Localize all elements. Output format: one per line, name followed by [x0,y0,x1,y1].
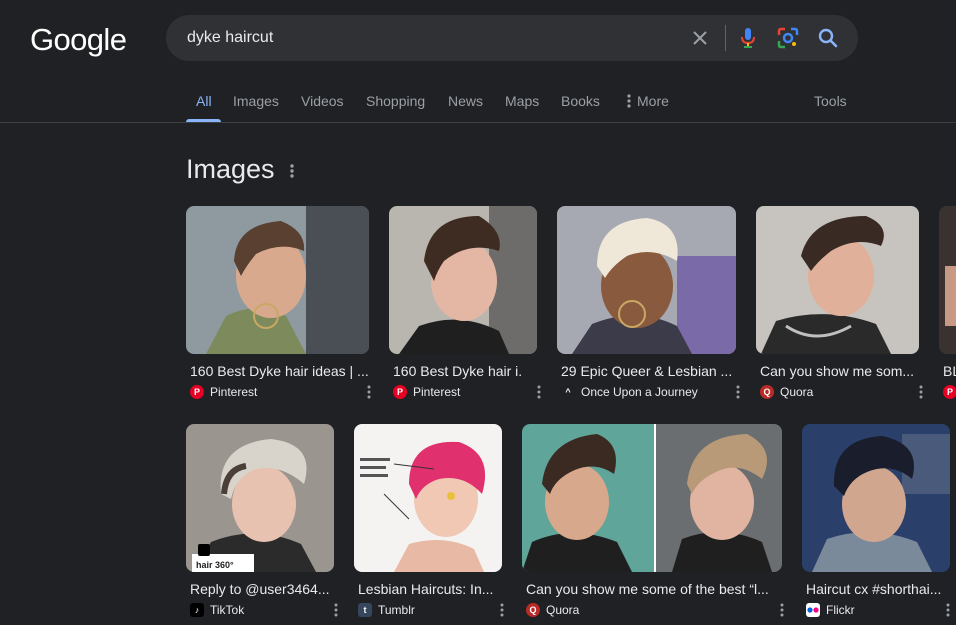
result-source[interactable]: Q Quora [526,603,579,617]
result-title[interactable]: Can you show me som... [760,363,918,379]
tiktok-overlay-text: hair 360° [196,560,234,570]
search-input[interactable]: dyke haircut [187,29,273,47]
search-tabs: All Images Videos Shopping News Maps Boo… [0,84,956,122]
image-result[interactable]: Can you show me som... Q Quora [756,206,923,402]
result-source[interactable]: P [943,385,956,399]
result-thumbnail[interactable] [522,424,782,572]
result-thumbnail[interactable] [756,206,919,354]
image-result[interactable]: BL P [939,206,956,402]
google-logo[interactable]: Google [30,22,127,58]
image-result[interactable]: Lesbian Haircuts: In... t Tumblr [354,424,506,620]
journey-icon: ^ [561,385,575,399]
microphone-icon[interactable] [736,26,760,50]
tab-all[interactable]: All [196,93,212,109]
result-source-label: Tumblr [378,603,415,617]
result-title[interactable]: 160 Best Dyke hair i... [393,363,523,379]
result-source-label: Quora [780,385,814,399]
search-divider [725,25,726,51]
result-options-icon[interactable] [946,603,950,622]
section-options-icon[interactable] [290,163,294,184]
pinterest-icon: P [943,385,956,399]
tab-maps[interactable]: Maps [505,93,539,109]
result-source[interactable]: Flickr [806,603,855,617]
image-result[interactable]: 160 Best Dyke hair ideas | ... P Pintere… [186,206,371,402]
search-box[interactable]: dyke haircut [166,15,858,61]
tab-shopping[interactable]: Shopping [366,93,425,109]
flickr-icon [806,603,820,617]
result-options-icon[interactable] [736,385,740,404]
pinterest-icon: P [190,385,204,399]
result-thumbnail[interactable] [557,206,736,354]
result-options-icon[interactable] [919,385,923,404]
tab-more[interactable]: More [627,93,669,109]
result-source[interactable]: Q Quora [760,385,813,399]
result-title[interactable]: Haircut cx #shorthai... [806,581,946,597]
images-section-title: Images [186,154,275,184]
result-source[interactable]: ♪ TikTok [190,603,244,617]
result-thumbnail[interactable] [186,424,334,572]
result-title[interactable]: BL [943,363,956,379]
image-result[interactable]: 29 Epic Queer & Lesbian ... ^ Once Upon … [557,206,740,402]
search-icon[interactable] [816,26,840,50]
tools-button[interactable]: Tools [814,93,847,109]
pinterest-icon: P [393,385,407,399]
result-source-label: Quora [546,603,580,617]
result-title[interactable]: Lesbian Haircuts: In... [358,581,502,597]
header-divider [0,122,956,123]
result-options-icon[interactable] [537,385,541,404]
tab-books[interactable]: Books [561,93,600,109]
result-source[interactable]: t Tumblr [358,603,415,617]
result-source-label: Once Upon a Journey [581,385,698,399]
result-source[interactable]: P Pinterest [190,385,257,399]
result-source-label: Pinterest [210,385,258,399]
result-source-label: Flickr [826,603,855,617]
image-result[interactable]: Reply to @user3464... ♪ TikTok [186,424,340,620]
result-source[interactable]: P Pinterest [393,385,460,399]
result-options-icon[interactable] [334,603,338,622]
result-options-icon[interactable] [367,385,371,404]
tab-news[interactable]: News [448,93,483,109]
tumblr-icon: t [358,603,372,617]
result-thumbnail[interactable] [354,424,502,572]
quora-icon: Q [526,603,540,617]
image-result[interactable]: Can you show me some of the best “l... Q… [522,424,786,620]
image-result[interactable]: Haircut cx #shorthai... Flickr [802,424,956,620]
lens-camera-icon[interactable] [776,26,800,50]
result-options-icon[interactable] [780,603,784,622]
more-dots-icon [627,94,631,108]
result-title[interactable]: 160 Best Dyke hair ideas | ... [190,363,370,379]
tab-images[interactable]: Images [233,93,279,109]
result-thumbnail[interactable] [389,206,537,354]
result-source-label: TikTok [210,603,245,617]
quora-icon: Q [760,385,774,399]
clear-icon[interactable] [688,26,712,50]
tiktok-icon: ♪ [190,603,204,617]
result-thumbnail[interactable] [939,206,956,354]
result-title[interactable]: Can you show me some of the best “l... [526,581,776,597]
result-thumbnail[interactable] [186,206,369,354]
result-thumbnail[interactable] [802,424,950,572]
result-title[interactable]: Reply to @user3464... [190,581,338,597]
result-source[interactable]: ^ Once Upon a Journey [561,385,698,399]
tab-more-label: More [637,93,669,109]
image-result[interactable]: 160 Best Dyke hair i... P Pinterest [389,206,541,402]
result-options-icon[interactable] [500,603,504,622]
tab-videos[interactable]: Videos [301,93,344,109]
result-source-label: Pinterest [413,385,461,399]
result-title[interactable]: 29 Epic Queer & Lesbian ... [561,363,736,379]
